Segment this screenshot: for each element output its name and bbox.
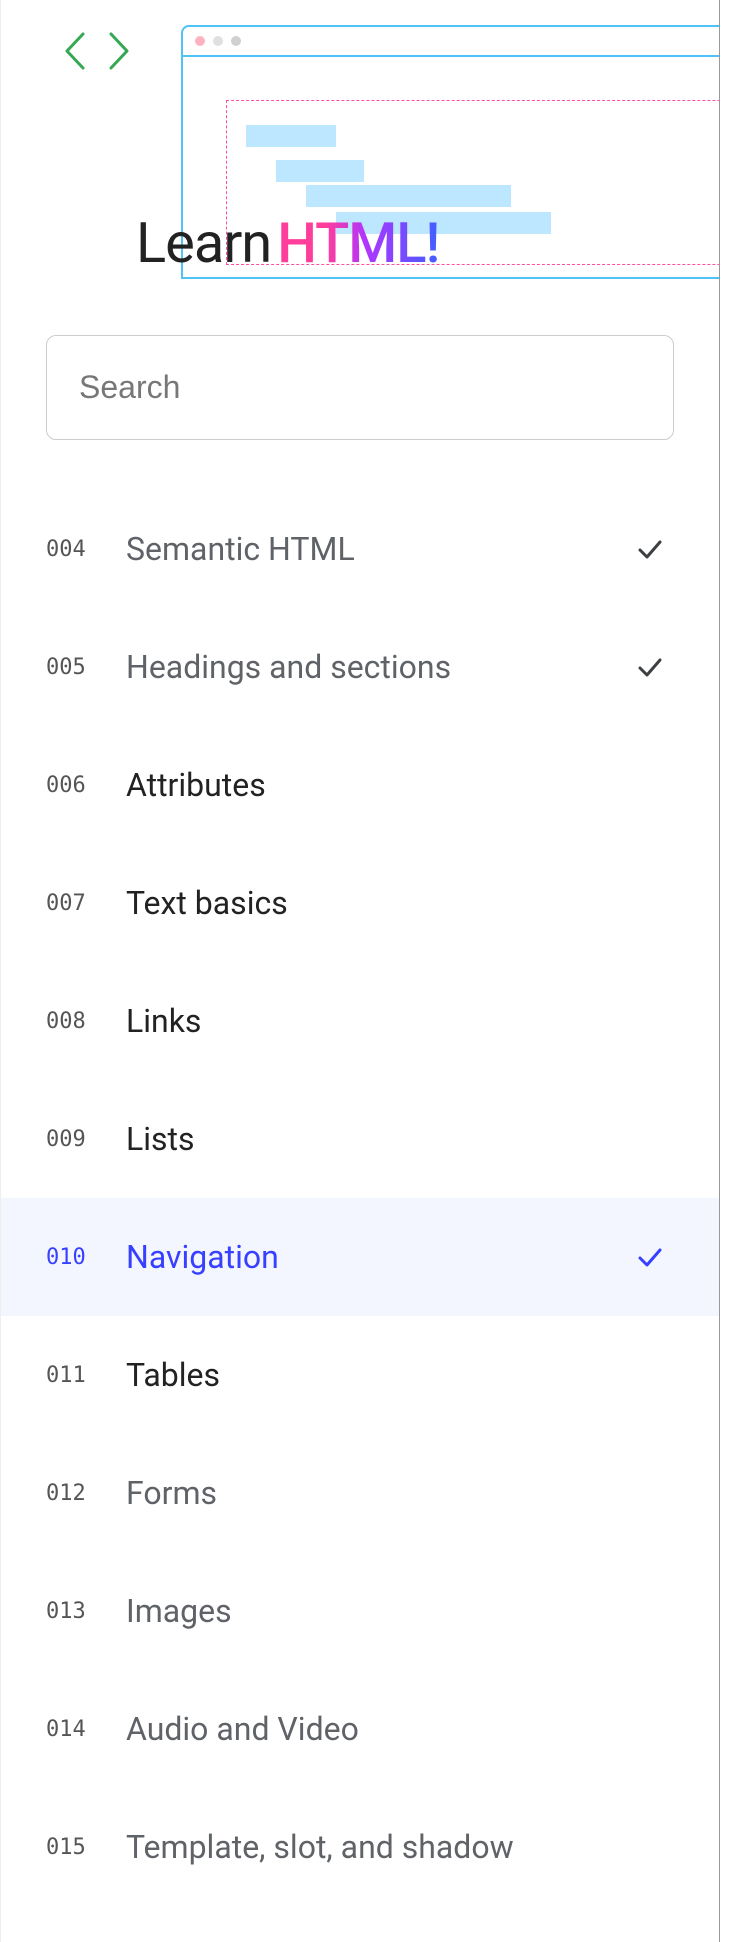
check-icon [636, 1243, 664, 1271]
chapter-number: 011 [46, 1363, 126, 1388]
chapter-number: 006 [46, 773, 126, 798]
chapter-label: Forms [126, 1474, 636, 1512]
chapter-item[interactable]: 011Tables [1, 1316, 719, 1434]
hero-title-part1: Learn [136, 210, 271, 276]
chapter-item[interactable]: 009Lists [1, 1080, 719, 1198]
chapter-item[interactable]: 010Navigation [1, 1198, 719, 1316]
search-container [1, 295, 719, 450]
chapter-number: 012 [46, 1481, 126, 1506]
chapter-item[interactable]: 016HTML APIs [1, 1906, 719, 1942]
chevron-left-icon[interactable] [61, 30, 87, 72]
hero-title-part2: HTML! [277, 210, 439, 276]
chapter-number: 007 [46, 891, 126, 916]
chapter-item[interactable]: 004Semantic HTML [1, 490, 719, 608]
chapter-label: Links [126, 1002, 636, 1040]
chapter-number: 010 [46, 1245, 126, 1270]
chapter-number: 015 [46, 1835, 126, 1860]
chapter-list: 004Semantic HTML005Headings and sections… [1, 490, 719, 1942]
browser-titlebar [183, 27, 719, 57]
chapter-number: 009 [46, 1127, 126, 1152]
chapter-number: 005 [46, 655, 126, 680]
hero-section: LearnHTML! [1, 0, 719, 295]
course-sidebar: LearnHTML! 004Semantic HTML005Headings a… [0, 0, 720, 1942]
chapter-label: Navigation [126, 1238, 636, 1276]
chapter-number: 014 [46, 1717, 126, 1742]
chapter-item[interactable]: 006Attributes [1, 726, 719, 844]
chevron-right-icon[interactable] [107, 30, 133, 72]
chapter-label: Text basics [126, 884, 636, 922]
check-icon [636, 535, 664, 563]
window-dot-yellow [213, 36, 223, 46]
chapter-number: 004 [46, 537, 126, 562]
chapter-number: 013 [46, 1599, 126, 1624]
chapter-label: Template, slot, and shadow [126, 1828, 636, 1866]
chapter-number: 008 [46, 1009, 126, 1034]
chapter-label: Tables [126, 1356, 636, 1394]
check-icon [636, 653, 664, 681]
chapter-item[interactable]: 012Forms [1, 1434, 719, 1552]
chapter-item[interactable]: 005Headings and sections [1, 608, 719, 726]
chapter-item[interactable]: 008Links [1, 962, 719, 1080]
window-dot-green [231, 36, 241, 46]
illustration-bar [276, 160, 364, 182]
illustration-bar [246, 125, 336, 147]
chapter-label: Images [126, 1592, 636, 1630]
chapter-label: Headings and sections [126, 648, 636, 686]
chapter-item[interactable]: 013Images [1, 1552, 719, 1670]
window-dot-red [195, 36, 205, 46]
chapter-item[interactable]: 007Text basics [1, 844, 719, 962]
chapter-item[interactable]: 015Template, slot, and shadow [1, 1788, 719, 1906]
illustration-bar [306, 185, 511, 207]
hero-title: LearnHTML! [136, 210, 439, 276]
chapter-label: Attributes [126, 766, 636, 804]
search-input[interactable] [46, 335, 674, 440]
chapter-label: Semantic HTML [126, 530, 636, 568]
hero-nav-arrows [61, 30, 133, 72]
chapter-item[interactable]: 014Audio and Video [1, 1670, 719, 1788]
chapter-label: Audio and Video [126, 1710, 636, 1748]
chapter-label: Lists [126, 1120, 636, 1158]
